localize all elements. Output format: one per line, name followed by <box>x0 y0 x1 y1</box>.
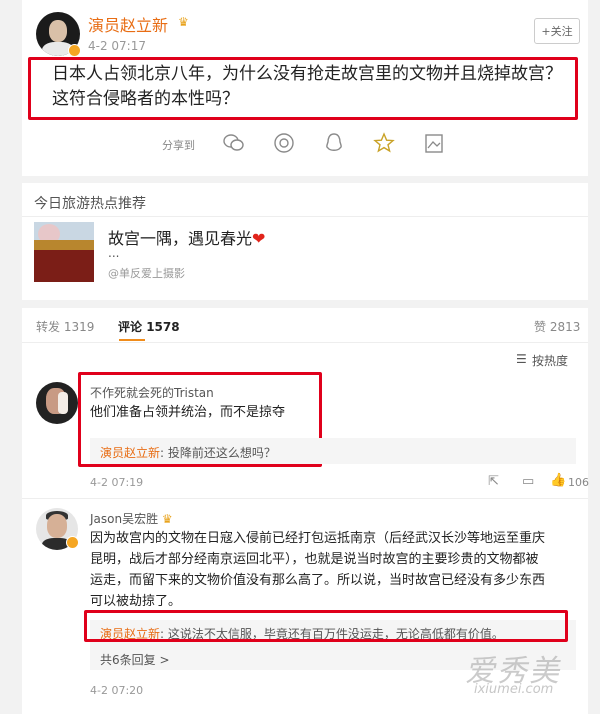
like-label: 赞 <box>534 320 547 334</box>
more-replies-link[interactable]: 共6条回复 > <box>100 651 170 668</box>
travel-title-text: 故宫一隅，遇见春光 <box>108 229 253 248</box>
reply-separator: : <box>160 446 168 460</box>
reply-author[interactable]: 演员赵立新 <box>100 446 160 460</box>
comment-count: 1578 <box>146 320 180 334</box>
comment-like-count: 106 <box>568 476 589 489</box>
qq-icon[interactable] <box>322 131 346 155</box>
travel-recommendation-card: 今日旅游热点推荐 故宫一隅，遇见春光❤ ... @单反爱上摄影 <box>22 183 588 300</box>
travel-credit[interactable]: @单反爱上摄影 <box>108 265 185 281</box>
share-comment-icon[interactable]: ⇱ <box>488 474 499 489</box>
reply-text: 投降前还这么想吗？ <box>167 446 276 460</box>
tab-likes[interactable]: 赞 2813 <box>534 318 580 335</box>
watermark-url: ixiumei.com <box>474 682 554 697</box>
active-tab-indicator <box>119 339 145 341</box>
verified-badge-icon <box>66 536 79 549</box>
tab-repost[interactable]: 转发 1319 <box>36 318 94 335</box>
comment-timestamp: 4-2 07:20 <box>90 684 144 697</box>
post-timestamp: 4-2 07:17 <box>88 39 146 53</box>
commenter-avatar[interactable] <box>36 382 78 424</box>
comment-text-line: 可以被劫掠了。 <box>90 594 182 609</box>
travel-article-title[interactable]: 故宫一隅，遇见春光❤ <box>108 225 265 249</box>
post-author-name[interactable]: 演员赵立新 <box>88 12 168 36</box>
comment-timestamp: 4-2 07:19 <box>90 476 144 489</box>
reply-preview[interactable]: 演员赵立新: 投降前还这么想吗？ <box>90 438 576 464</box>
reply-highlight-box <box>84 610 568 642</box>
comment-author[interactable]: Jason吴宏胜 ♛ <box>90 510 173 527</box>
vip-crown-icon: ♛ <box>178 15 189 29</box>
save-image-icon[interactable] <box>422 131 446 155</box>
vip-crown-icon: ♛ <box>161 512 173 526</box>
sort-icon: ☰ <box>516 352 527 366</box>
travel-divider <box>22 216 588 217</box>
follow-button[interactable]: +关注 <box>534 18 580 44</box>
like-count: 2813 <box>549 320 581 334</box>
wechat-icon[interactable] <box>222 131 246 155</box>
post-content: 日本人占领北京八年，为什么没有抢走故宫里的文物并且烧掉故宫？这符合侵略者的本性吗… <box>52 64 562 109</box>
comment-label: 评论 <box>118 320 143 334</box>
travel-ellipsis: ... <box>108 246 120 260</box>
comment-text: 他们准备占领并统治，而不是掠夺 <box>90 405 286 420</box>
comment-text-line: 运走，而留下来的文物价值没有那么高了。所以说，当时故宫已经没有多少东西 <box>90 573 546 588</box>
tabs-divider <box>22 342 588 343</box>
comment-author-name: Jason吴宏胜 <box>90 512 159 526</box>
share-label: 分享到 <box>162 139 195 152</box>
heart-icon: ❤ <box>252 229 266 248</box>
repost-count: 1319 <box>63 320 95 334</box>
comment-text-line: 昆明，战后才部分经南京运回北平），也就是说当时故宫的主要珍贵的文物都被 <box>90 552 539 567</box>
repost-label: 转发 <box>36 320 61 334</box>
verified-badge-icon <box>68 44 81 57</box>
sort-by-heat-button[interactable]: 按热度 <box>532 352 568 369</box>
post-card: 演员赵立新 ♛ 4-2 07:17 +关注 日本人占领北京八年，为什么没有抢走故… <box>22 0 588 176</box>
comment-divider <box>22 498 588 499</box>
like-thumb-icon[interactable]: 👍 <box>550 473 566 488</box>
travel-section-title: 今日旅游热点推荐 <box>34 196 146 212</box>
comment-text-line: 因为故宫内的文物在日寇入侵前已经打包运抵南京（后经武汉长沙等地运至重庆 <box>90 531 546 546</box>
comment-author[interactable]: 不作死就会死的Tristan <box>90 384 214 401</box>
travel-thumbnail[interactable] <box>34 222 94 282</box>
tab-comments[interactable]: 评论 1578 <box>118 318 180 335</box>
moments-icon[interactable] <box>272 131 296 155</box>
reply-comment-icon[interactable]: ▭ <box>522 474 534 489</box>
qzone-star-icon[interactable] <box>372 131 396 155</box>
